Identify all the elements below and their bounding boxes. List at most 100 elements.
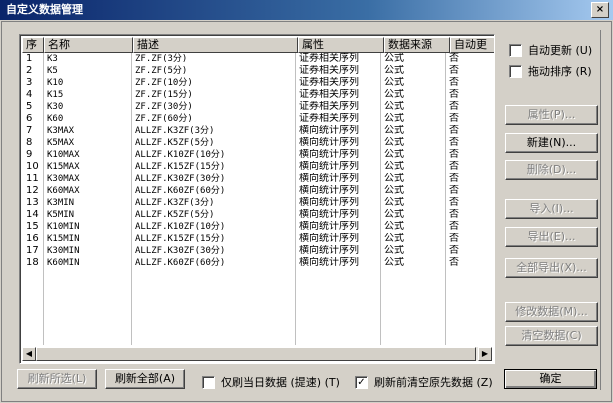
cell-attribute: 横向统计序列 — [299, 245, 359, 256]
table-row[interactable]: 14 K5MIN ALLZF.K5ZF(5分) 横向统计序列 公式 否 — [22, 209, 489, 221]
cell-name: K15MIN — [47, 234, 80, 244]
table-row[interactable]: 11 K30MAX ALLZF.K30ZF(30分) 横向统计序列 公式 否 — [22, 173, 489, 185]
clear-before-refresh-checkbox[interactable]: ✓ 刷新前清空原先数据 (Z) — [355, 374, 493, 390]
refresh-selected-button[interactable]: 刷新所选(L) — [17, 369, 97, 389]
cell-index: 9 — [26, 149, 33, 160]
cell-name: K5MAX — [47, 138, 75, 148]
cell-source: 公式 — [384, 233, 404, 244]
delete-button[interactable]: 删除(D)... — [505, 160, 598, 180]
table-row[interactable]: 7 K3MAX ALLZF.K3ZF(3分) 横向统计序列 公式 否 — [22, 125, 489, 137]
auto-update-checkbox[interactable]: 自动更新 (U) — [509, 42, 592, 58]
clear-data-button[interactable]: 清空数据(C) — [505, 326, 598, 346]
table-row[interactable]: 9 K10MAX ALLZF.K10ZF(10分) 横向统计序列 公式 否 — [22, 149, 489, 161]
cell-index: 1 — [26, 53, 33, 64]
cell-attribute: 横向统计序列 — [299, 161, 359, 172]
table-row[interactable]: 10 K15MAX ALLZF.K15ZF(15分) 横向统计序列 公式 否 — [22, 161, 489, 173]
cell-source: 公式 — [384, 245, 404, 256]
horizontal-scrollbar[interactable]: ◀ ▶ — [22, 347, 492, 361]
cell-description: ALLZF.K3ZF(3分) — [135, 198, 215, 208]
cell-index: 7 — [26, 125, 33, 136]
cell-attribute: 证券相关序列 — [299, 89, 359, 100]
close-icon[interactable]: × — [591, 2, 609, 18]
drag-sort-checkbox[interactable]: 拖动排序 (R) — [509, 63, 592, 79]
auto-update-box[interactable] — [509, 43, 522, 57]
table-row[interactable]: 4 K15 ZF.ZF(15分) 证券相关序列 公式 否 — [22, 89, 489, 101]
cell-attribute: 横向统计序列 — [299, 209, 359, 220]
cell-attribute: 横向统计序列 — [299, 185, 359, 196]
cell-description: ALLZF.K60ZF(60分) — [135, 258, 226, 268]
cell-auto-update: 否 — [449, 77, 459, 88]
new-button[interactable]: 新建(N)... — [505, 133, 598, 153]
table-row[interactable]: 5 K30 ZF.ZF(30分) 证券相关序列 公式 否 — [22, 101, 489, 113]
table-row[interactable]: 16 K15MIN ALLZF.K15ZF(15分) 横向统计序列 公式 否 — [22, 233, 489, 245]
scroll-left-icon[interactable]: ◀ — [22, 347, 36, 361]
table-row[interactable]: 15 K10MIN ALLZF.K10ZF(10分) 横向统计序列 公式 否 — [22, 221, 489, 233]
scroll-right-icon[interactable]: ▶ — [478, 347, 492, 361]
cell-index: 4 — [26, 89, 33, 100]
properties-button[interactable]: 属性(P)... — [505, 105, 598, 125]
today-only-checkbox[interactable]: 仅刷当日数据 (提速) (T) — [202, 374, 340, 390]
cell-description: ALLZF.K15ZF(15分) — [135, 162, 226, 172]
cell-auto-update: 否 — [449, 233, 459, 244]
drag-sort-box[interactable] — [509, 64, 522, 78]
table-row[interactable]: 12 K60MAX ALLZF.K60ZF(60分) 横向统计序列 公式 否 — [22, 185, 489, 197]
refresh-all-button[interactable]: 刷新全部(A) — [105, 369, 185, 389]
cell-description: ZF.ZF(3分) — [135, 54, 188, 64]
cell-attribute: 横向统计序列 — [299, 173, 359, 184]
table-row[interactable]: 13 K3MIN ALLZF.K3ZF(3分) 横向统计序列 公式 否 — [22, 197, 489, 209]
table-row[interactable]: 17 K30MIN ALLZF.K30ZF(30分) 横向统计序列 公式 否 — [22, 245, 489, 257]
scroll-thumb[interactable] — [36, 347, 476, 361]
export-all-button[interactable]: 全部导出(X)... — [505, 258, 598, 278]
divider — [600, 30, 601, 390]
column-header-auto-update[interactable]: 自动更 — [450, 37, 494, 53]
cell-attribute: 横向统计序列 — [299, 137, 359, 148]
modify-data-button[interactable]: 修改数据(M)... — [505, 302, 598, 322]
cell-auto-update: 否 — [449, 221, 459, 232]
column-header-index[interactable]: 序 — [22, 37, 44, 53]
column-header-name[interactable]: 名称 — [44, 37, 133, 53]
cell-source: 公式 — [384, 149, 404, 160]
cell-description: ALLZF.K5ZF(5分) — [135, 210, 215, 220]
cell-source: 公式 — [384, 53, 404, 64]
ok-button[interactable]: 确定 — [504, 369, 597, 389]
cell-name: K30 — [47, 102, 64, 112]
custom-data-list[interactable]: 序 名称 描述 属性 数据来源 自动更 1 K3 ZF.ZF(3分) 证券相关序列 公式… — [19, 34, 495, 364]
today-only-box[interactable] — [202, 375, 215, 389]
cell-source: 公式 — [384, 89, 404, 100]
cell-auto-update: 否 — [449, 245, 459, 256]
cell-index: 6 — [26, 113, 33, 124]
cell-description: ZF.ZF(30分) — [135, 102, 193, 112]
cell-index: 8 — [26, 137, 33, 148]
cell-source: 公式 — [384, 173, 404, 184]
check-icon[interactable]: ✓ — [355, 375, 368, 389]
cell-index: 14 — [26, 209, 39, 220]
cell-attribute: 横向统计序列 — [299, 149, 359, 160]
cell-source: 公式 — [384, 257, 404, 268]
cell-auto-update: 否 — [449, 209, 459, 220]
column-header-description[interactable]: 描述 — [133, 37, 298, 53]
cell-name: K15 — [47, 90, 64, 100]
table-row[interactable]: 2 K5 ZF.ZF(5分) 证券相关序列 公式 否 — [22, 65, 489, 77]
import-button[interactable]: 导入(I)... — [505, 199, 598, 219]
cell-name: K3 — [47, 54, 58, 64]
cell-name: K15MAX — [47, 162, 80, 172]
cell-source: 公式 — [384, 125, 404, 136]
cell-source: 公式 — [384, 65, 404, 76]
cell-name: K3MIN — [47, 198, 75, 208]
cell-auto-update: 否 — [449, 161, 459, 172]
export-button[interactable]: 导出(E)... — [505, 227, 598, 247]
cell-auto-update: 否 — [449, 185, 459, 196]
column-header-source[interactable]: 数据来源 — [384, 37, 450, 53]
column-header-attribute[interactable]: 属性 — [298, 37, 384, 53]
cell-name: K30MIN — [47, 246, 80, 256]
table-row[interactable]: 3 K10 ZF.ZF(10分) 证券相关序列 公式 否 — [22, 77, 489, 89]
cell-auto-update: 否 — [449, 101, 459, 112]
table-row[interactable]: 18 K60MIN ALLZF.K60ZF(60分) 横向统计序列 公式 否 — [22, 257, 489, 269]
cell-attribute: 横向统计序列 — [299, 125, 359, 136]
table-row[interactable]: 1 K3 ZF.ZF(3分) 证券相关序列 公式 否 — [22, 53, 489, 65]
cell-attribute: 横向统计序列 — [299, 197, 359, 208]
cell-name: K60MAX — [47, 186, 80, 196]
table-row[interactable]: 8 K5MAX ALLZF.K5ZF(5分) 横向统计序列 公式 否 — [22, 137, 489, 149]
cell-index: 2 — [26, 65, 33, 76]
table-row[interactable]: 6 K60 ZF.ZF(60分) 证券相关序列 公式 否 — [22, 113, 489, 125]
